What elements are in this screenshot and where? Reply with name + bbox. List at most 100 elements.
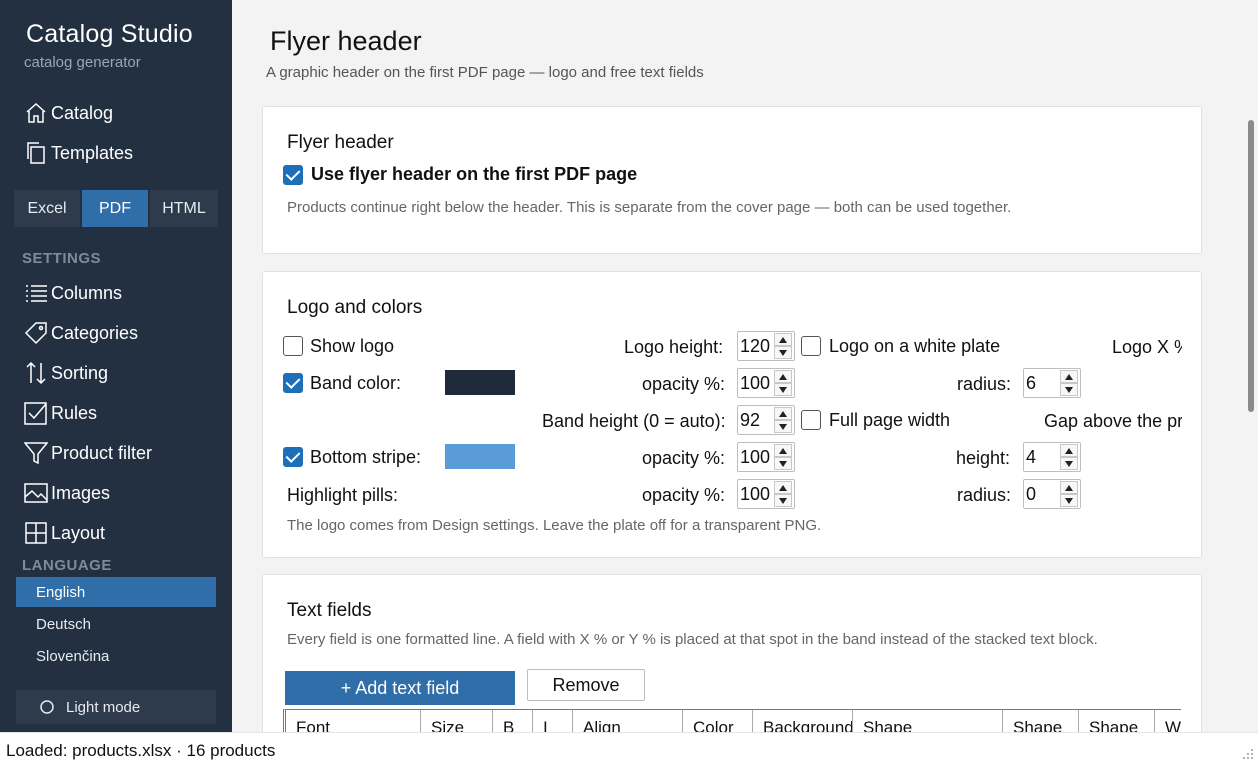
nav-item-label: Product filter — [51, 442, 153, 463]
column-header-w[interactable]: W — [1155, 710, 1181, 732]
logo-plate-label[interactable]: Logo on a white plate — [829, 336, 1000, 357]
tab-html[interactable]: HTML — [150, 190, 218, 227]
nav-item-label: Columns — [51, 282, 123, 303]
nav-item-product-filter[interactable]: Product filter — [23, 438, 153, 468]
stepper-down-icon[interactable] — [1060, 383, 1078, 396]
stepper-down-icon[interactable] — [1060, 457, 1078, 470]
nav-item-label: Categories — [51, 322, 139, 343]
nav-item-catalog[interactable]: Catalog — [24, 98, 113, 128]
scrollbar-thumb[interactable] — [1248, 120, 1254, 412]
app-subtitle: catalog generator — [24, 54, 141, 71]
logo-colors-card: Logo and colors Show logo Logo height: 1… — [262, 271, 1202, 558]
gap-above-label: Gap above the pr — [1044, 411, 1182, 431]
stripe-opacity-stepper[interactable]: 100 — [737, 442, 795, 472]
stripe-opacity-value: 100 — [740, 447, 771, 467]
show-logo-label[interactable]: Show logo — [310, 336, 394, 357]
format-tabs: Excel PDF HTML — [14, 190, 218, 227]
stepper-down-icon[interactable] — [774, 346, 792, 359]
nav-item-templates[interactable]: Templates — [24, 138, 133, 168]
language-english[interactable]: English — [16, 577, 216, 607]
flyer-card-title: Flyer header — [287, 132, 394, 153]
vertical-scrollbar[interactable] — [1242, 92, 1258, 732]
nav-item-label: Images — [51, 482, 111, 503]
bottom-stripe-swatch[interactable] — [445, 444, 515, 469]
use-flyer-label[interactable]: Use flyer header on the first PDF page — [311, 164, 637, 185]
full-width-label[interactable]: Full page width — [829, 410, 950, 431]
band-height-stepper[interactable]: 92 — [737, 405, 795, 435]
nav-item-images[interactable]: Images — [24, 478, 110, 508]
nav-item-label: Catalog — [51, 102, 114, 123]
bottom-stripe-checkbox[interactable] — [283, 447, 303, 467]
pills-opacity-stepper[interactable]: 100 — [737, 479, 795, 509]
tab-excel[interactable]: Excel — [14, 190, 80, 227]
band-opacity-value: 100 — [740, 373, 771, 393]
stepper-down-icon[interactable] — [774, 457, 792, 470]
pills-radius-label: radius: — [957, 485, 1012, 505]
stepper-down-icon[interactable] — [774, 383, 792, 396]
column-header-align[interactable]: Align — [573, 710, 683, 732]
column-header-italic[interactable]: I — [533, 710, 573, 732]
band-opacity-label: opacity %: — [642, 374, 726, 394]
column-header-bold[interactable]: B — [493, 710, 533, 732]
band-color-checkbox[interactable] — [283, 373, 303, 393]
nav-item-layout[interactable]: Layout — [24, 518, 105, 548]
band-height-value: 92 — [740, 410, 761, 430]
nav-item-label: Layout — [51, 522, 106, 543]
full-width-checkbox[interactable] — [801, 410, 821, 430]
stepper-up-icon[interactable] — [774, 370, 792, 383]
tab-pdf[interactable]: PDF — [82, 190, 148, 227]
band-color-label[interactable]: Band color: — [310, 373, 401, 394]
nav-item-label: Rules — [51, 402, 98, 423]
app-window: Catalog Studio catalog generator Catalog… — [0, 0, 1258, 732]
column-header-shape[interactable]: Shape — [853, 710, 1003, 732]
pills-radius-stepper[interactable]: 0 — [1023, 479, 1081, 509]
bottom-stripe-label[interactable]: Bottom stripe: — [310, 447, 421, 468]
logo-height-label: Logo height: — [624, 337, 724, 357]
band-radius-label: radius: — [957, 374, 1012, 394]
resize-grip-icon[interactable] — [1242, 748, 1254, 760]
stepper-up-icon[interactable] — [774, 444, 792, 457]
app-title: Catalog Studio — [26, 20, 193, 48]
language-slovencina[interactable]: Slovenčina — [16, 641, 216, 671]
band-opacity-stepper[interactable]: 100 — [737, 368, 795, 398]
light-mode-button[interactable]: Light mode — [16, 690, 216, 724]
logo-height-value: 120 — [740, 336, 771, 356]
logo-height-stepper[interactable]: 120 — [737, 331, 795, 361]
stepper-down-icon[interactable] — [774, 494, 792, 507]
grid-icon — [24, 521, 48, 545]
stripe-height-value: 4 — [1026, 447, 1037, 467]
stepper-up-icon[interactable] — [1060, 370, 1078, 383]
stepper-down-icon[interactable] — [1060, 494, 1078, 507]
column-header-shape-2[interactable]: Shape — [1003, 710, 1079, 732]
stepper-up-icon[interactable] — [1060, 444, 1078, 457]
stepper-up-icon[interactable] — [774, 481, 792, 494]
nav-item-categories[interactable]: Categories — [24, 318, 138, 348]
column-header-shape-3[interactable]: Shape — [1079, 710, 1155, 732]
add-text-field-button[interactable]: + Add text field — [285, 671, 515, 705]
band-color-swatch[interactable] — [445, 370, 515, 395]
stepper-up-icon[interactable] — [774, 333, 792, 346]
text-fields-card: Text fields Every field is one formatted… — [262, 574, 1202, 732]
stripe-height-stepper[interactable]: 4 — [1023, 442, 1081, 472]
stepper-down-icon[interactable] — [774, 420, 792, 433]
logo-plate-checkbox[interactable] — [801, 336, 821, 356]
band-radius-stepper[interactable]: 6 — [1023, 368, 1081, 398]
stripe-opacity-label: opacity %: — [642, 448, 726, 468]
nav-item-rules[interactable]: Rules — [24, 398, 97, 428]
language-deutsch[interactable]: Deutsch — [16, 609, 216, 639]
nav-item-columns[interactable]: Columns — [24, 278, 122, 308]
pills-opacity-value: 100 — [740, 484, 771, 504]
nav-item-sorting[interactable]: Sorting — [24, 358, 108, 388]
show-logo-checkbox[interactable] — [283, 336, 303, 356]
remove-button[interactable]: Remove — [527, 669, 645, 701]
stepper-up-icon[interactable] — [1060, 481, 1078, 494]
stepper-up-icon[interactable] — [774, 407, 792, 420]
image-icon — [24, 481, 48, 505]
column-header-background[interactable]: Background — [753, 710, 853, 732]
column-header-color[interactable]: Color — [683, 710, 753, 732]
nav-item-label: Sorting — [51, 362, 109, 383]
column-header-size[interactable]: Size — [421, 710, 493, 732]
use-flyer-checkbox[interactable] — [283, 165, 303, 185]
flyer-help-text: Products continue right below the header… — [287, 199, 1012, 216]
column-header-font[interactable]: Font — [286, 710, 421, 732]
